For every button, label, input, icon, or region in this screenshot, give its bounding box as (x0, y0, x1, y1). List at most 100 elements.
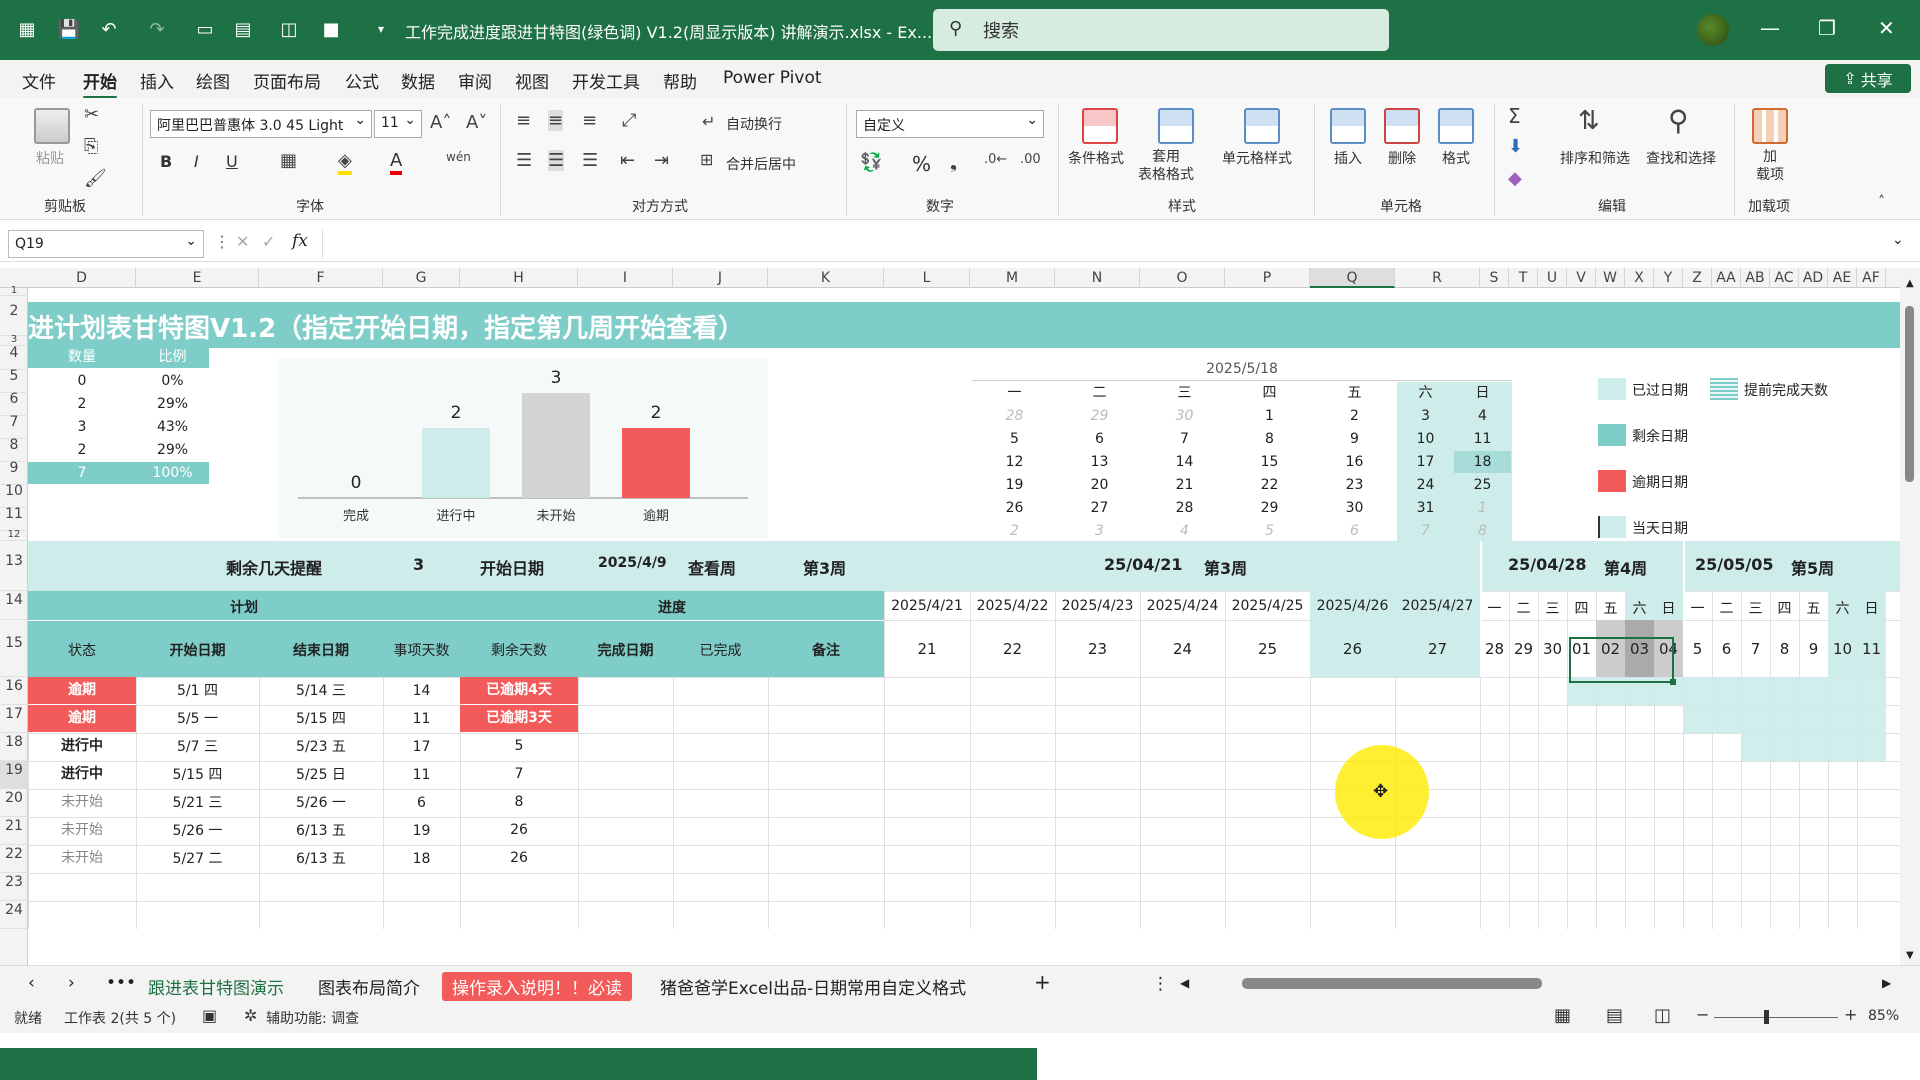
column-header-z[interactable]: Z (1683, 268, 1712, 288)
zoom-slider-thumb[interactable] (1764, 1010, 1769, 1024)
next-sheet-icon[interactable]: › (68, 973, 75, 993)
merge-center-button[interactable]: 合并后居中 (726, 154, 796, 174)
fill-color-icon[interactable]: ◈ (338, 150, 352, 175)
fill-down-icon[interactable]: ⬇ (1508, 136, 1523, 157)
column-header-l[interactable]: L (884, 268, 970, 288)
hscroll-left-icon[interactable]: ◀ (1180, 976, 1189, 990)
sort-filter-icon[interactable]: ⇅ (1578, 106, 1600, 136)
add-ins-button[interactable]: 加 载项 (1756, 148, 1784, 184)
find-select-button[interactable]: 查找和选择 (1646, 148, 1716, 168)
column-header-t[interactable]: T (1509, 268, 1538, 288)
tab-file[interactable]: 文件 (22, 68, 56, 93)
vertical-scroll-thumb[interactable] (1905, 306, 1914, 482)
font-color-icon[interactable]: A (390, 150, 403, 175)
column-header-p[interactable]: P (1225, 268, 1310, 288)
tab-draw[interactable]: 绘图 (196, 68, 230, 93)
format-cells-icon[interactable] (1438, 108, 1474, 144)
tab-insert[interactable]: 插入 (140, 68, 174, 93)
share-button[interactable]: ⇪ 共享 (1825, 64, 1911, 93)
delete-cells-button[interactable]: 删除 (1388, 148, 1416, 168)
enter-icon[interactable]: ✓ (262, 232, 275, 251)
more-sheets-icon[interactable]: ••• (106, 973, 136, 993)
autosum-icon[interactable]: Σ (1508, 104, 1521, 128)
increase-decimal-icon[interactable]: .0← (984, 152, 1007, 167)
search-box[interactable]: ⚲ 搜索 (933, 9, 1389, 51)
tab-formulas[interactable]: 公式 (345, 68, 379, 93)
sheet-tab-date-formats[interactable]: 猪爸爸学Excel出品-日期常用自定义格式 (660, 974, 966, 999)
horizontal-scroll-thumb[interactable] (1242, 978, 1542, 989)
column-header-r[interactable]: R (1395, 268, 1480, 288)
vertical-scrollbar[interactable]: ▲ ▼ (1900, 268, 1920, 965)
name-box[interactable]: Q19 (8, 230, 204, 258)
align-right-icon[interactable]: ☰ (582, 150, 598, 171)
comma-icon[interactable]: ❟ (950, 152, 957, 173)
fill-handle[interactable] (1670, 679, 1676, 685)
row-header-2[interactable]: 2 (0, 296, 28, 336)
tab-developer[interactable]: 开发工具 (572, 68, 640, 93)
column-header-n[interactable]: N (1055, 268, 1140, 288)
conditional-format-button[interactable]: 条件格式 (1068, 148, 1124, 168)
align-left-icon[interactable]: ☰ (516, 150, 532, 171)
column-header-f[interactable]: F (259, 268, 383, 288)
cell-styles-button[interactable]: 单元格样式 (1222, 148, 1292, 168)
orientation-icon[interactable]: ⤢ (622, 110, 636, 131)
format-as-table-button[interactable]: 套用 表格格式 (1138, 148, 1194, 184)
column-header-e[interactable]: E (136, 268, 259, 288)
conditional-format-icon[interactable] (1082, 108, 1118, 144)
zoom-level[interactable]: 85% (1868, 1008, 1899, 1024)
tab-help[interactable]: 帮助 (663, 68, 697, 93)
page-layout-view-icon[interactable]: ▤ (1606, 1005, 1623, 1026)
format-cells-button[interactable]: 格式 (1442, 148, 1470, 168)
hscroll-right-icon[interactable]: ▶ (1882, 976, 1891, 990)
tab-view[interactable]: 视图 (515, 68, 549, 93)
insert-cells-icon[interactable] (1330, 108, 1366, 144)
paste-icon[interactable] (34, 108, 70, 144)
scroll-down-icon[interactable]: ▼ (1906, 950, 1914, 961)
bold-button[interactable]: B (160, 152, 172, 171)
align-bottom-icon[interactable]: ≡ (582, 110, 597, 131)
column-header-g[interactable]: G (383, 268, 460, 288)
increase-indent-icon[interactable]: ⇥ (654, 150, 669, 171)
accounting-icon[interactable]: 💱 (860, 152, 882, 173)
column-header-v[interactable]: V (1567, 268, 1596, 288)
present-icon[interactable]: ▭ (190, 14, 220, 44)
phonetic-icon[interactable]: wén (446, 150, 471, 164)
column-header-d[interactable]: D (28, 268, 136, 288)
column-header-k[interactable]: K (768, 268, 884, 288)
column-header-w[interactable]: W (1596, 268, 1625, 288)
underline-button[interactable]: U (226, 152, 238, 171)
wrap-text-button[interactable]: 自动换行 (726, 114, 782, 134)
macro-record-icon[interactable]: ▣ (202, 1006, 217, 1025)
normal-view-icon[interactable]: ▦ (1554, 1005, 1571, 1026)
shapes-icon[interactable]: ◫ (274, 14, 304, 44)
column-header-aa[interactable]: AA (1712, 268, 1741, 288)
sheet-tab-layout[interactable]: 图表布局简介 (318, 974, 420, 999)
tab-power-pivot[interactable]: Power Pivot (723, 68, 822, 88)
insert-function-button[interactable]: fx (292, 231, 308, 251)
insert-cells-button[interactable]: 插入 (1334, 148, 1362, 168)
customize-icon[interactable]: ▾ (366, 14, 396, 44)
worksheet-grid[interactable]: 进计划表甘特图V1.2（指定开始日期，指定第几周开始查看） 数量 比例 0 0% 2 29… (28, 288, 1900, 965)
italic-button[interactable]: I (194, 152, 199, 171)
add-ins-icon[interactable] (1752, 108, 1788, 144)
delete-cells-icon[interactable] (1384, 108, 1420, 144)
copy-icon[interactable]: ⎘ (84, 136, 98, 157)
shrink-font-icon[interactable]: A˅ (466, 112, 487, 133)
tab-data[interactable]: 数据 (401, 68, 435, 93)
form-icon[interactable]: ▤ (228, 14, 258, 44)
paste-button[interactable]: 粘贴 (36, 148, 64, 168)
column-header-q[interactable]: Q (1310, 268, 1395, 288)
column-header-u[interactable]: U (1538, 268, 1567, 288)
minimize-icon[interactable]: — (1760, 16, 1780, 40)
formula-input[interactable] (322, 230, 1904, 258)
column-header-m[interactable]: M (970, 268, 1055, 288)
close-icon[interactable]: ✕ (1878, 16, 1895, 40)
row-header-24[interactable]: 24 (0, 901, 28, 929)
column-header-i[interactable]: I (578, 268, 673, 288)
column-header-ac[interactable]: AC (1770, 268, 1799, 288)
sheet-tab-gantt[interactable]: 跟进表甘特图演示 (148, 974, 284, 1004)
zoom-slider[interactable] (1714, 1017, 1838, 1018)
cut-icon[interactable]: ✂ (84, 104, 99, 125)
column-header-ad[interactable]: AD (1799, 268, 1828, 288)
cell-styles-icon[interactable] (1244, 108, 1280, 144)
